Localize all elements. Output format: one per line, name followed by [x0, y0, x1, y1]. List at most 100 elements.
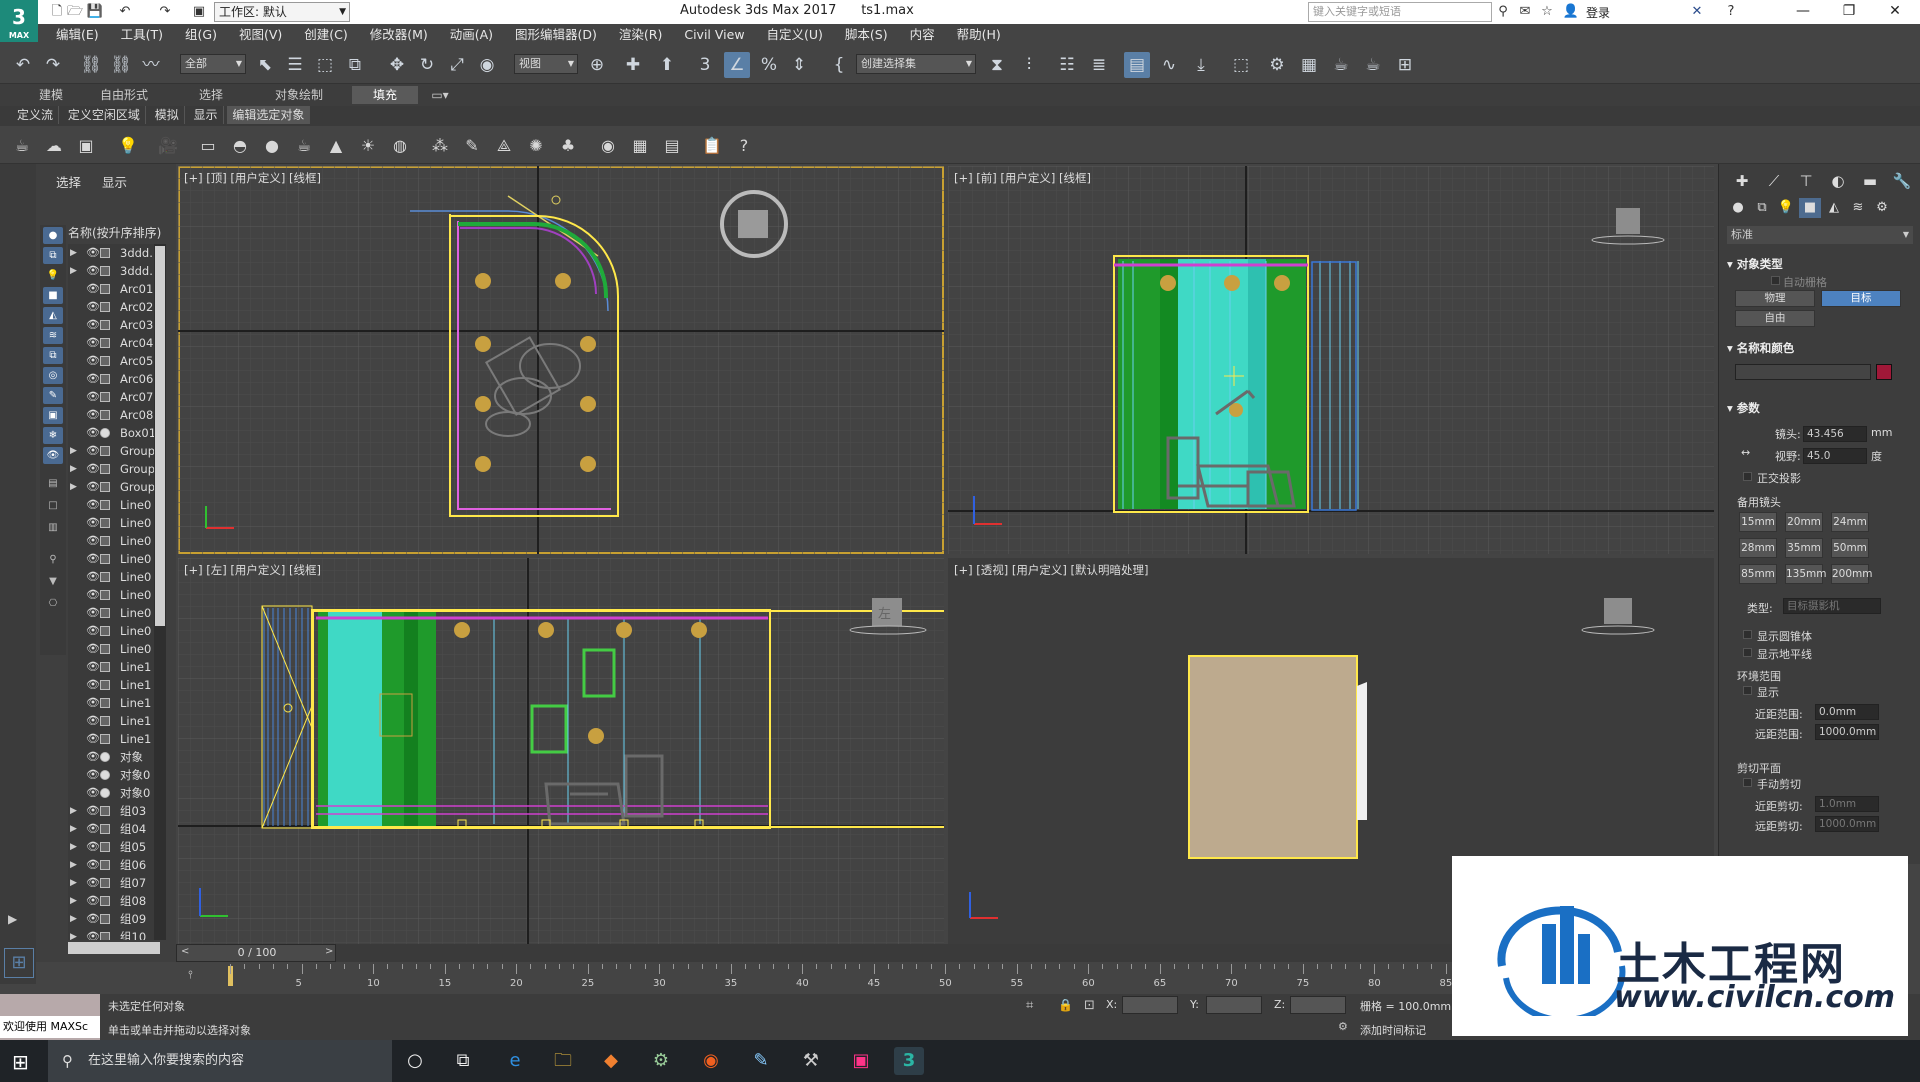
list-item[interactable]: 👁 Line0	[68, 604, 162, 622]
visibility-eye-icon[interactable]: 👁	[86, 496, 100, 514]
align-icon[interactable]: ⫶	[1016, 52, 1042, 78]
list-item[interactable]: ▶ 👁 组05	[68, 838, 162, 856]
teapot-icon[interactable]: ☕	[10, 134, 34, 158]
expand-arrow-icon[interactable]: ▶	[70, 442, 77, 460]
percent-snap-icon[interactable]: %	[756, 52, 782, 78]
visibility-eye-icon[interactable]: 👁	[86, 352, 100, 370]
login-link[interactable]: 登录	[1586, 4, 1610, 21]
layer-icon[interactable]: ⎔	[43, 595, 63, 612]
image-plane-icon[interactable]: ▣	[74, 134, 98, 158]
explorer-tab-display[interactable]: 显示	[102, 172, 127, 191]
name-color-rollout[interactable]: ▾ 名称和颜色	[1727, 340, 1794, 356]
camera-type-select[interactable]: 目标摄影机	[1783, 598, 1881, 614]
select-object-icon[interactable]: ⬉	[252, 52, 278, 78]
sky-icon[interactable]: ◍	[388, 134, 412, 158]
near-clip-spinner[interactable]: 1.0mm	[1815, 796, 1879, 812]
visibility-eye-icon[interactable]: 👁	[86, 334, 100, 352]
gear-ball-icon[interactable]: ✺	[524, 134, 548, 158]
color-grid-icon[interactable]: ▦	[628, 134, 652, 158]
list-item[interactable]: 👁 Line0	[68, 622, 162, 640]
viewport-label[interactable]: [+] [左] [用户定义] [线框]	[184, 562, 321, 578]
mirror-icon[interactable]: ⧗	[984, 52, 1010, 78]
unlink-icon[interactable]: ⛓	[108, 52, 134, 78]
time-tag-icon[interactable]: ⚙	[1338, 1020, 1348, 1033]
snaps-toggle-icon[interactable]: 3	[692, 52, 718, 78]
menu-edit[interactable]: 编辑(E)	[47, 24, 108, 46]
filter-cameras-icon[interactable]: ■	[43, 287, 63, 304]
plane-object-icon[interactable]: ▭	[196, 134, 220, 158]
edge-browser-icon[interactable]: e	[500, 1047, 530, 1075]
search-input[interactable]: 键入关键字或短语	[1308, 2, 1492, 22]
clip-manually-checkbox[interactable]	[1743, 778, 1752, 787]
visibility-eye-icon[interactable]: 👁	[86, 784, 100, 802]
angle-snap-icon[interactable]: ∠	[724, 52, 750, 78]
app-orange-icon[interactable]: ◆	[596, 1047, 626, 1075]
list-item[interactable]: 👁 Line0	[68, 586, 162, 604]
list-item[interactable]: ▶ 👁 组08	[68, 892, 162, 910]
visibility-eye-icon[interactable]: 👁	[86, 568, 100, 586]
bind-spacewarp-icon[interactable]: 〰	[138, 52, 164, 78]
redo-icon[interactable]: ↷	[156, 3, 174, 21]
menu-rendering[interactable]: 渲染(R)	[610, 24, 671, 46]
expand-arrow-icon[interactable]: ▶	[70, 244, 77, 262]
link-icon[interactable]: ⛓	[78, 52, 104, 78]
visibility-eye-icon[interactable]: 👁	[86, 658, 100, 676]
show-cone-checkbox[interactable]	[1743, 630, 1752, 639]
near-range-spinner[interactable]: 0.0mm	[1815, 704, 1879, 720]
target-camera-button[interactable]: 目标	[1821, 290, 1901, 307]
menu-animation[interactable]: 动画(A)	[441, 24, 502, 46]
explorer-tab-select[interactable]: 选择	[56, 172, 81, 191]
expand-arrow-icon[interactable]: ▶	[70, 874, 77, 892]
viewport-layout-icon[interactable]: ⊞	[4, 948, 34, 978]
menu-civil-view[interactable]: Civil View	[675, 24, 753, 46]
cameras-icon[interactable]: ■	[1799, 198, 1821, 218]
app-logo[interactable]: 3 MAX	[0, 0, 38, 42]
filter-geometry-icon[interactable]: ●	[43, 227, 63, 244]
help-icon[interactable]: ?	[732, 134, 756, 158]
utilities-tab-icon[interactable]: 🔧	[1889, 170, 1915, 192]
systems-icon[interactable]: ⚙	[1871, 198, 1893, 218]
display-tab-icon[interactable]: ▬	[1857, 170, 1883, 192]
list-item[interactable]: 👁 Line1	[68, 658, 162, 676]
list-item[interactable]: 👁 对象0	[68, 784, 162, 802]
viewcube-face-label[interactable]: 左	[878, 607, 891, 622]
visibility-eye-icon[interactable]: 👁	[86, 694, 100, 712]
dome-icon[interactable]: ◓	[228, 134, 252, 158]
file-explorer-icon[interactable]: 🗀	[548, 1047, 578, 1075]
taskbar-search-box[interactable]: ⚲ 在这里输入你要搜索的内容	[48, 1040, 392, 1082]
render-iterative-icon[interactable]: ☕	[1360, 52, 1386, 78]
user-icon[interactable]: 👤	[1562, 3, 1580, 21]
object-name-field[interactable]	[1735, 364, 1871, 380]
app-pink-icon[interactable]: ▣	[846, 1047, 876, 1075]
select-by-name-icon[interactable]: ☰	[282, 52, 308, 78]
visibility-eye-icon[interactable]: 👁	[86, 370, 100, 388]
sun-icon[interactable]: ☀	[356, 134, 380, 158]
list-item[interactable]: 👁 Line1	[68, 730, 162, 748]
help-icon[interactable]: ?	[1722, 3, 1740, 21]
rotate-icon[interactable]: ↻	[414, 52, 440, 78]
object-color-swatch[interactable]	[1876, 364, 1892, 380]
filter-containers-icon[interactable]: ▣	[43, 407, 63, 424]
shapes-icon[interactable]: ⧉	[1751, 198, 1773, 218]
material-ball-icon[interactable]: ◉	[596, 134, 620, 158]
parameters-rollout[interactable]: ▾ 参数	[1727, 400, 1760, 416]
binoculars-icon[interactable]: ⚲	[1494, 3, 1512, 21]
move-icon[interactable]: ✥	[384, 52, 410, 78]
viewport-label[interactable]: [+] [前] [用户定义] [线框]	[954, 170, 1091, 186]
edit-selected-panel[interactable]: 编辑选定对象	[227, 106, 311, 124]
menu-help[interactable]: 帮助(H)	[948, 24, 1010, 46]
render-window-icon[interactable]: ▤	[660, 134, 684, 158]
visibility-eye-icon[interactable]: 👁	[86, 892, 100, 910]
z-coord-field[interactable]	[1290, 996, 1346, 1014]
project-folder-icon[interactable]: ▣	[190, 3, 208, 21]
display-all-icon[interactable]: ▤	[43, 475, 63, 492]
save-file-icon[interactable]: 💾	[86, 3, 104, 21]
favorites-star-icon[interactable]: ☆	[1538, 3, 1556, 21]
visibility-eye-icon[interactable]: 👁	[86, 442, 100, 460]
orthographic-checkbox[interactable]	[1743, 472, 1752, 481]
list-item[interactable]: ▶ 👁 组10	[68, 928, 162, 940]
lens-28mm-button[interactable]: 28mm	[1739, 538, 1777, 558]
list-item[interactable]: ▶ 👁 组06	[68, 856, 162, 874]
cortana-icon[interactable]: ○	[400, 1047, 430, 1075]
menu-create[interactable]: 创建(C)	[295, 24, 356, 46]
